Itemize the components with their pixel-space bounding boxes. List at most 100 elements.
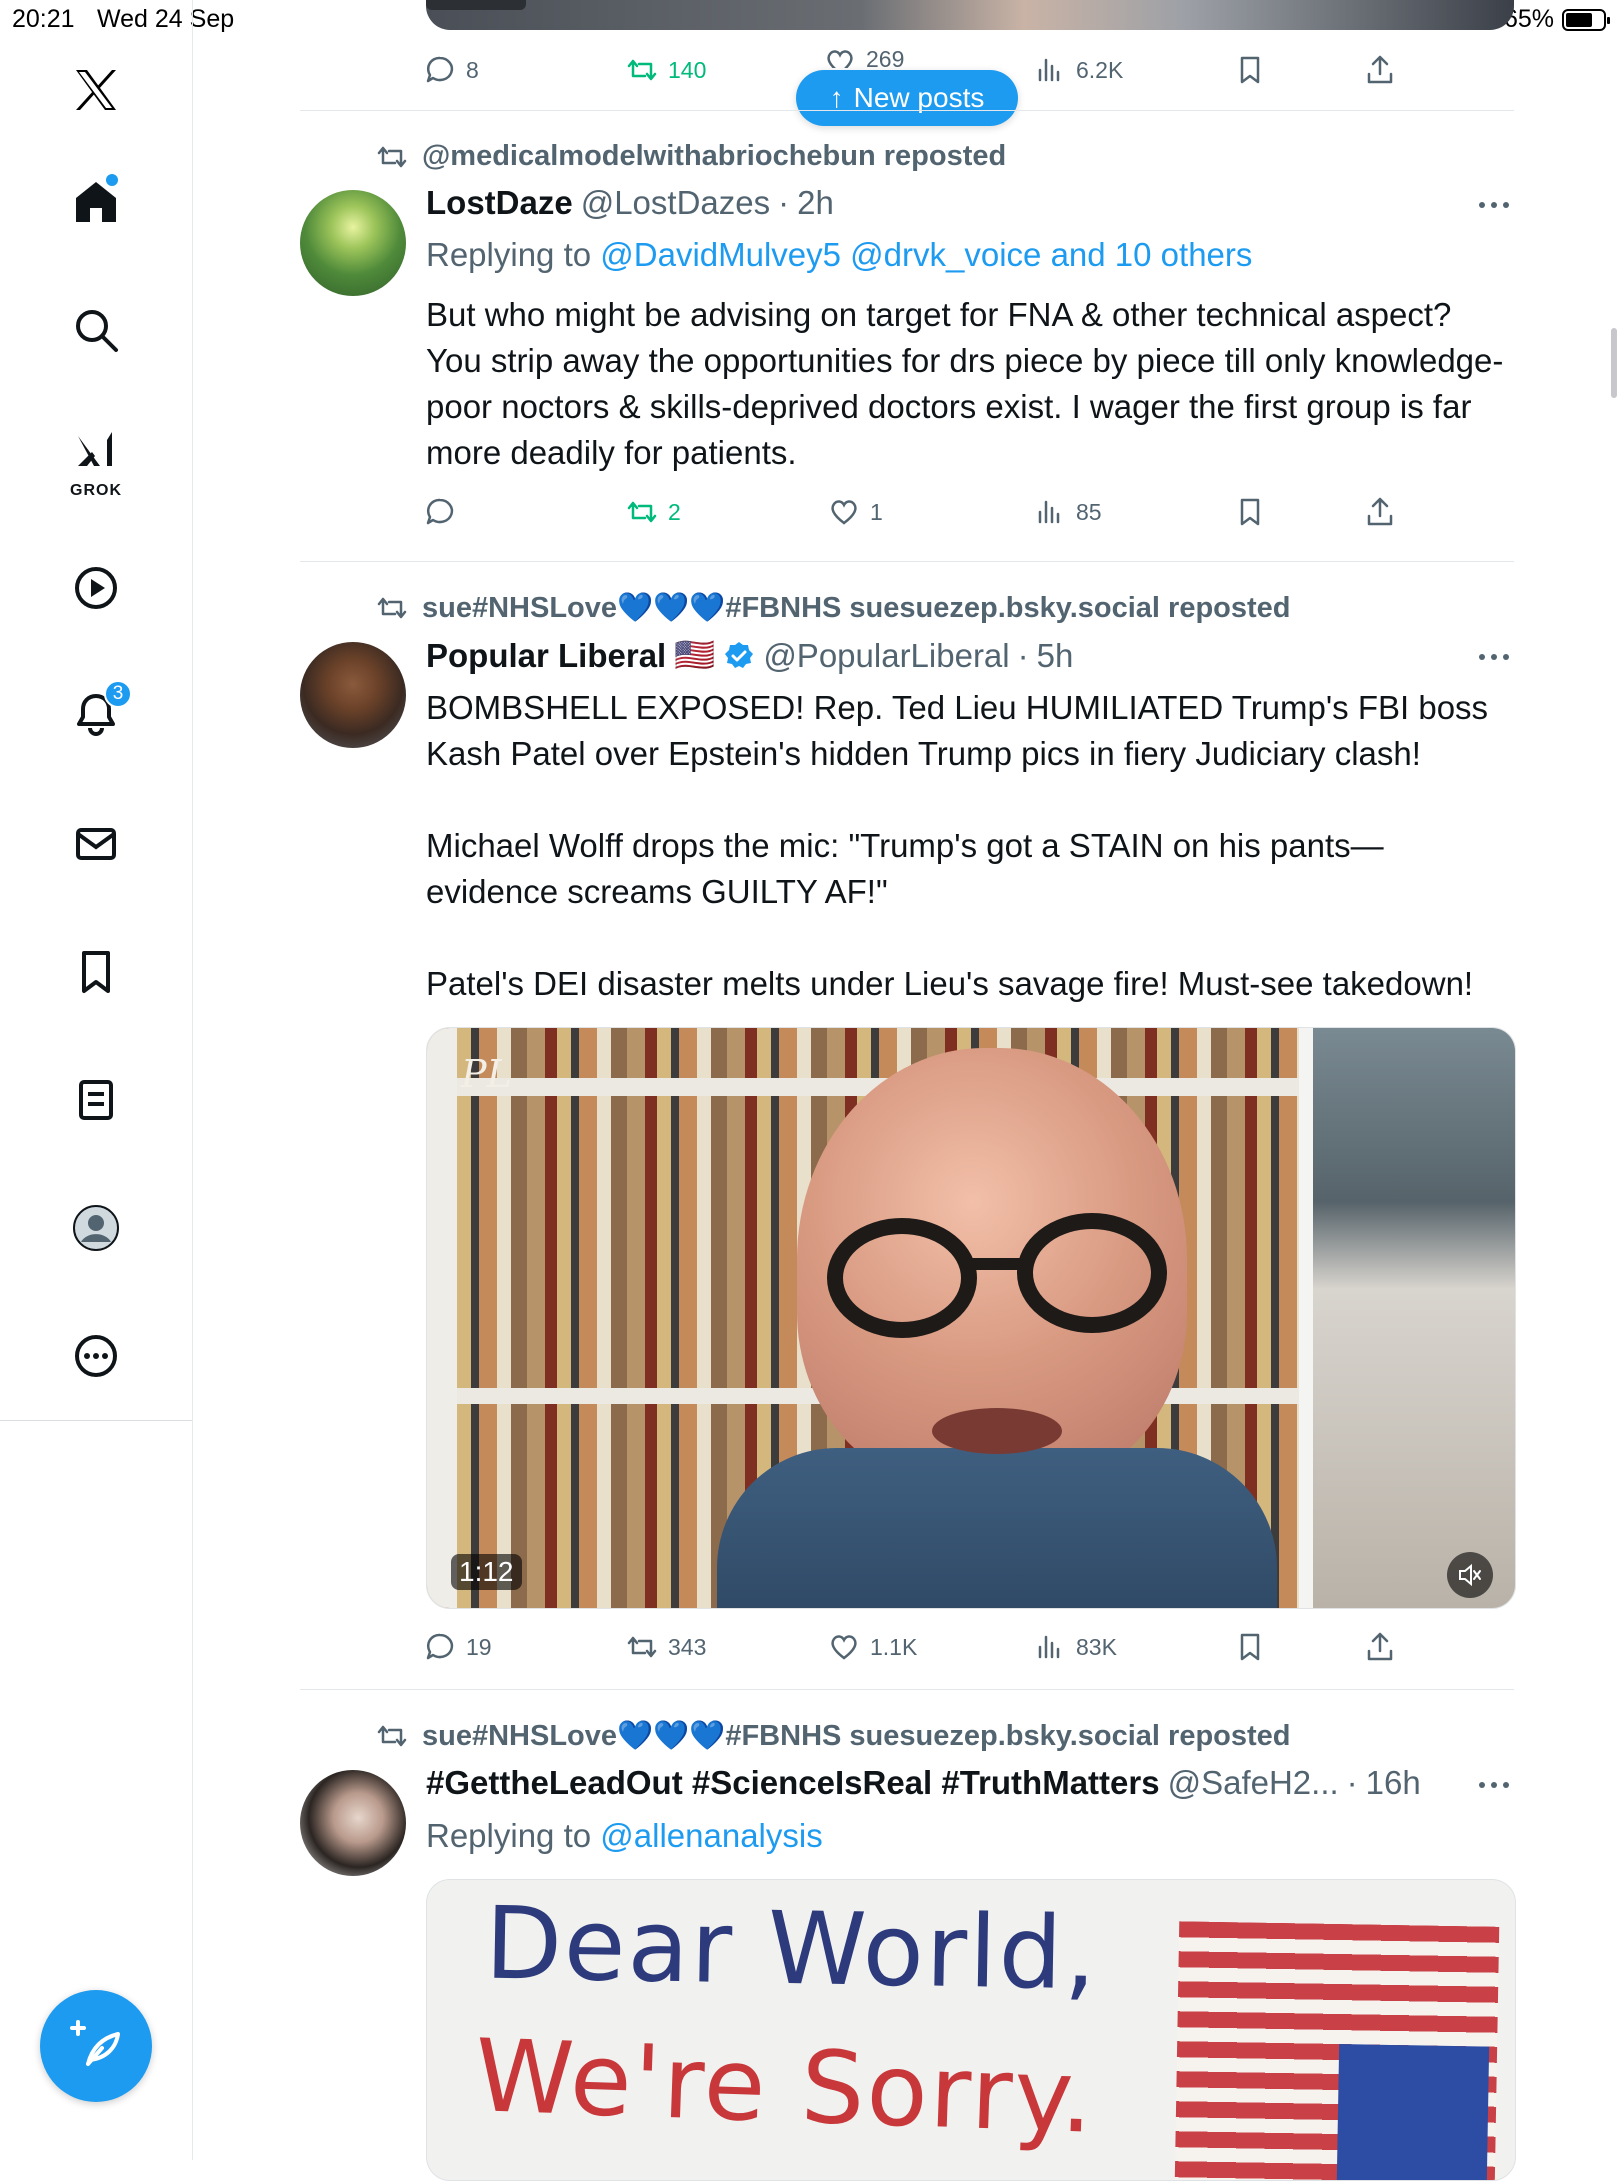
verified-badge-icon <box>725 641 754 668</box>
views-button[interactable]: 85 <box>1034 492 1102 532</box>
post-time[interactable]: 5h <box>1037 637 1074 675</box>
reposted-by-text: sue#NHSLove💙💙💙#FBNHS suesuezep.bsky.soci… <box>422 1720 1291 1752</box>
video-duration: 1:12 <box>451 1554 522 1590</box>
bookmark-button[interactable] <box>1234 492 1266 532</box>
post-actions: 2 1 85 <box>424 492 1404 532</box>
post-header: #GettheLeadOut #ScienceIsReal #TruthMatt… <box>426 1764 1421 1802</box>
sidebar-item-messages[interactable] <box>48 796 144 892</box>
post-text: BOMBSHELL EXPOSED! Rep. Ted Lieu HUMILIA… <box>426 685 1511 1007</box>
repost-icon <box>627 59 657 81</box>
reposted-by-text: sue#NHSLove💙💙💙#FBNHS suesuezep.bsky.soci… <box>422 592 1291 624</box>
video-watermark: PL <box>461 1052 512 1096</box>
sidebar-item-videos[interactable] <box>48 540 144 636</box>
reply-icon <box>426 1633 454 1660</box>
reply-icon <box>426 56 454 83</box>
views-icon <box>1038 58 1060 82</box>
author-handle[interactable]: @SafeH2... <box>1168 1764 1339 1802</box>
views-button[interactable]: 6.2K <box>1034 50 1123 90</box>
sidebar-item-more[interactable] <box>48 1308 144 1404</box>
share-button[interactable] <box>1364 50 1396 90</box>
reposted-by-text: @medicalmodelwithabriochebun reposted <box>422 140 1007 172</box>
mail-icon <box>76 828 116 860</box>
repost-button[interactable]: 2 <box>626 492 681 532</box>
views-button[interactable]: 83K <box>1034 1627 1117 1667</box>
play-icon <box>75 567 117 609</box>
sidebar-item-notifications[interactable]: 3 <box>48 666 144 762</box>
author-handle[interactable]: @LostDazes <box>581 184 770 222</box>
more-options-icon[interactable] <box>1478 1780 1510 1790</box>
repost-context[interactable]: sue#NHSLove💙💙💙#FBNHS suesuezep.bsky.soci… <box>376 591 1291 625</box>
like-count: 1.1K <box>870 1633 918 1660</box>
repost-icon <box>377 1725 407 1747</box>
more-options-icon[interactable] <box>1478 200 1510 210</box>
mute-toggle[interactable] <box>1447 1552 1493 1598</box>
post-text-paragraph: BOMBSHELL EXPOSED! Rep. Ted Lieu HUMILIA… <box>426 689 1489 772</box>
notification-count-badge: 3 <box>104 680 132 708</box>
reply-button[interactable]: 19 <box>424 1627 492 1667</box>
replying-to-links[interactable]: @allenanalysis <box>600 1817 822 1854</box>
compose-post-button[interactable] <box>40 1990 152 2102</box>
sidebar-item-home[interactable] <box>48 154 144 250</box>
image-text-line-1: Dear World, <box>484 1884 1100 2013</box>
bookmark-icon <box>1240 56 1260 84</box>
repost-count: 2 <box>668 498 681 525</box>
avatar[interactable] <box>300 190 406 296</box>
share-button[interactable] <box>1364 1627 1396 1667</box>
bookmark-button[interactable] <box>1234 50 1266 90</box>
views-icon <box>1038 1635 1060 1659</box>
like-button[interactable]: 1 <box>828 492 883 532</box>
post-text-paragraph: Patel's DEI disaster melts under Lieu's … <box>426 965 1474 1002</box>
avatar[interactable] <box>300 642 406 748</box>
like-button[interactable]: 1.1K <box>828 1627 917 1667</box>
like-count: 269 <box>866 46 905 68</box>
sidebar-item-bookmarks[interactable] <box>48 924 144 1020</box>
like-button[interactable]: 269 <box>824 46 904 68</box>
compose-icon <box>70 2020 120 2066</box>
bookmark-button[interactable] <box>1234 1627 1266 1667</box>
sidebar-item-profile[interactable] <box>48 1180 144 1276</box>
heart-icon <box>827 50 853 68</box>
sidebar-item-search[interactable] <box>48 282 144 378</box>
scroll-indicator[interactable] <box>1611 328 1617 398</box>
top-post-media[interactable] <box>426 0 1514 30</box>
more-options-icon[interactable] <box>1478 652 1510 662</box>
repost-count: 140 <box>668 56 707 83</box>
views-count: 83K <box>1076 1633 1117 1660</box>
author-name[interactable]: Popular Liberal <box>426 637 666 675</box>
replying-to: Replying to @allenanalysis <box>426 1817 823 1855</box>
profile-icon <box>73 1205 119 1251</box>
bookmark-icon <box>82 951 110 993</box>
sidebar-item-lists[interactable] <box>48 1052 144 1148</box>
post-time[interactable]: 2h <box>797 184 834 222</box>
share-icon <box>1367 497 1393 526</box>
post-divider <box>300 110 1514 111</box>
home-notification-dot <box>104 172 120 188</box>
reply-button[interactable] <box>424 492 466 532</box>
post-time[interactable]: 16h <box>1366 1764 1421 1802</box>
post-image[interactable]: Dear World, We're Sorry. <box>426 1879 1516 2181</box>
search-icon <box>76 310 118 352</box>
replying-prefix: Replying to <box>426 236 601 273</box>
grok-icon <box>78 432 112 466</box>
avatar[interactable] <box>300 1770 406 1876</box>
repost-button[interactable]: 140 <box>626 50 706 90</box>
author-name[interactable]: #GettheLeadOut #ScienceIsReal #TruthMatt… <box>426 1764 1160 1802</box>
sidebar-item-grok[interactable]: GROK <box>48 410 144 510</box>
reply-count: 8 <box>466 56 479 83</box>
replying-to-links[interactable]: @DavidMulvey5 @drvk_voice and 10 others <box>600 236 1252 273</box>
repost-icon <box>627 501 657 523</box>
author-name[interactable]: LostDaze <box>426 184 573 222</box>
repost-context[interactable]: sue#NHSLove💙💙💙#FBNHS suesuezep.bsky.soci… <box>376 1719 1291 1753</box>
share-button[interactable] <box>1364 492 1396 532</box>
video-player[interactable]: PL 1:12 <box>426 1027 1516 1609</box>
repost-button[interactable]: 343 <box>626 1627 706 1667</box>
author-handle[interactable]: @PopularLiberal <box>763 637 1009 675</box>
new-posts-button[interactable]: ↑ New posts <box>796 70 1018 126</box>
share-icon <box>1367 55 1393 84</box>
reply-button[interactable]: 8 <box>424 50 479 90</box>
grok-label: GROK <box>70 482 122 499</box>
post-text-paragraph: Michael Wolff drops the mic: "Trump's go… <box>426 827 1384 910</box>
x-logo[interactable] <box>48 42 144 138</box>
post-actions: 19 343 1.1K 83K <box>424 1627 1404 1667</box>
repost-context[interactable]: @medicalmodelwithabriochebun reposted <box>376 140 1006 173</box>
